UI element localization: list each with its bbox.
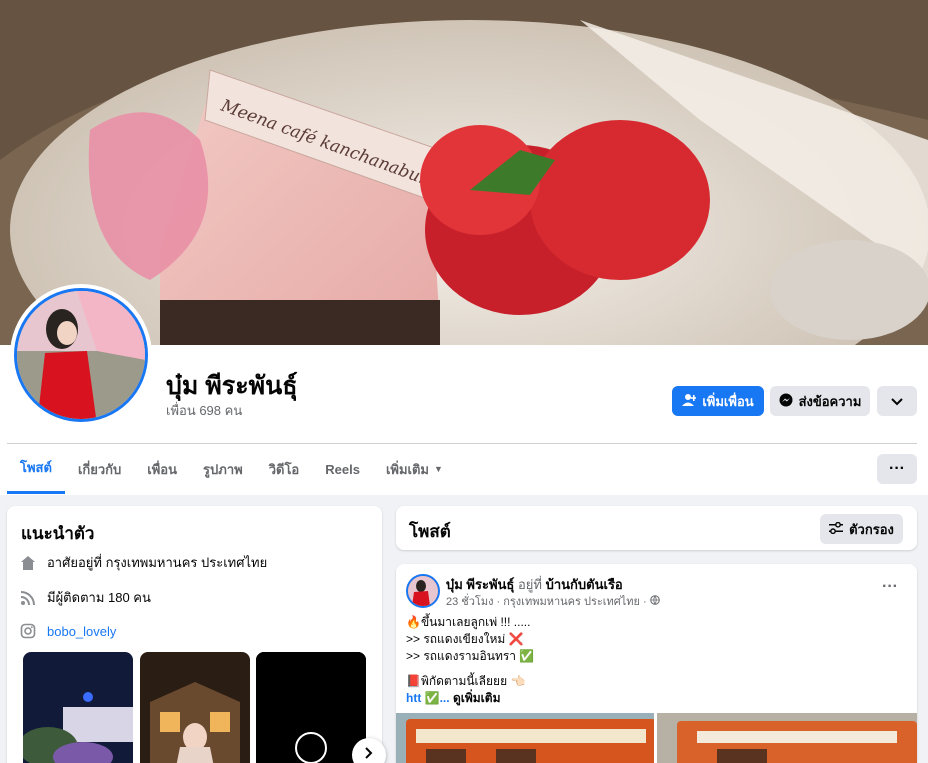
- followers-text: มีผู้ติดตาม 180 คน: [47, 590, 151, 605]
- friend-count[interactable]: เพื่อน 698 คน: [166, 400, 242, 421]
- posts-header-card: โพสต์ ตัวกรอง: [396, 506, 917, 550]
- post-body: 🔥ขึ้นมาเลยลูกเพ่ !!! ..... >> รถแดงเขียง…: [406, 614, 534, 707]
- tab-videos[interactable]: วิดีโอ: [256, 444, 313, 494]
- instagram-icon: [19, 622, 37, 640]
- profile-tabs: โพสต์ เกี่ยวกับ เพื่อน รูปภาพ วิดีโอ Ree…: [7, 444, 456, 494]
- messenger-icon: [779, 393, 793, 410]
- tab-photos[interactable]: รูปภาพ: [190, 444, 256, 494]
- add-friend-label: เพิ่มเพื่อน: [702, 393, 754, 409]
- tab-more[interactable]: เพิ่มเติม ▼: [373, 444, 456, 494]
- tab-friends[interactable]: เพื่อน: [134, 444, 190, 494]
- caret-down-icon: ▼: [434, 464, 443, 474]
- post-line-truncated: htt ✅... ดูเพิ่มเติม: [406, 690, 534, 707]
- followers-row: มีผู้ติดตาม 180 คน: [19, 587, 151, 608]
- rss-icon: [19, 589, 37, 607]
- sliders-icon: [829, 521, 844, 537]
- add-person-icon: [682, 393, 698, 410]
- message-label: ส่งข้อความ: [798, 393, 862, 409]
- tab-about[interactable]: เกี่ยวกับ: [65, 444, 134, 494]
- add-friend-button[interactable]: เพิ่มเพื่อน: [672, 386, 764, 416]
- tabs-more-options-button[interactable]: ···: [877, 454, 917, 484]
- lives-in-row: อาศัยอยู่ที่ กรุงเทพมหานคร ประเทศไทย: [19, 552, 267, 573]
- post-meta: 23 ชั่วโมง · กรุงเทพมหานคร ประเทศไทย ·: [446, 592, 660, 610]
- message-button[interactable]: ส่งข้อความ: [770, 386, 870, 416]
- chevron-down-icon: [891, 394, 903, 409]
- post-line-prefix[interactable]: htt ✅...: [406, 691, 450, 705]
- instagram-row: bobo_lovely: [19, 622, 116, 640]
- home-icon: [19, 554, 37, 572]
- post-photo[interactable]: [657, 713, 917, 763]
- filter-button[interactable]: ตัวกรอง: [820, 514, 903, 544]
- globe-icon: [649, 595, 660, 608]
- post-author-avatar[interactable]: [406, 574, 440, 608]
- profile-avatar[interactable]: [10, 284, 152, 426]
- featured-photo[interactable]: [23, 652, 133, 763]
- post-author-name[interactable]: บุ๋ม พีระพันธุ์: [446, 577, 514, 592]
- ellipsis-icon: ···: [889, 460, 905, 477]
- see-more-link[interactable]: ดูเพิ่มเติม: [453, 691, 501, 705]
- post-at-text: อยู่ที่: [517, 577, 542, 592]
- chevron-right-icon: [365, 746, 373, 763]
- intro-title: แนะนำตัว: [21, 524, 95, 543]
- post-card: บุ๋ม พีระพันธุ์ อยู่ที่ บ้านกับตันเรือ 2…: [396, 564, 917, 763]
- post-line: >> รถแดงเขียงใหม่ ❌: [406, 632, 524, 646]
- tab-reels[interactable]: Reels: [312, 444, 373, 494]
- posts-title: โพสต์: [409, 522, 451, 541]
- cover-photo[interactable]: Meena café kanchanaburi: [0, 0, 928, 345]
- lives-in-text: อาศัยอยู่ที่ กรุงเทพมหานคร ประเทศไทย: [47, 555, 268, 570]
- post-photo[interactable]: [396, 713, 654, 763]
- filter-label: ตัวกรอง: [849, 521, 894, 537]
- post-line: >> รถแดงรามอินทรา ✅: [406, 649, 535, 663]
- post-line: 📕พิกัดตามนี้เลียยย 👈🏻: [406, 674, 526, 688]
- post-options-button[interactable]: ···: [882, 578, 898, 596]
- post-timestamp[interactable]: 23 ชั่วโมง · กรุงเทพมหานคร ประเทศไทย ·: [446, 596, 647, 608]
- featured-photo[interactable]: [140, 652, 250, 763]
- tab-posts[interactable]: โพสต์: [7, 444, 65, 494]
- instagram-link[interactable]: bobo_lovely: [47, 624, 116, 639]
- post-place-link[interactable]: บ้านกับตันเรือ: [546, 577, 623, 592]
- featured-video[interactable]: [256, 652, 366, 763]
- profile-more-button[interactable]: [877, 386, 917, 416]
- tab-more-label: เพิ่มเติม: [385, 461, 429, 477]
- post-line: 🔥ขึ้นมาเลยลูกเพ่ !!! .....: [406, 615, 531, 629]
- ellipsis-icon: ···: [882, 578, 898, 595]
